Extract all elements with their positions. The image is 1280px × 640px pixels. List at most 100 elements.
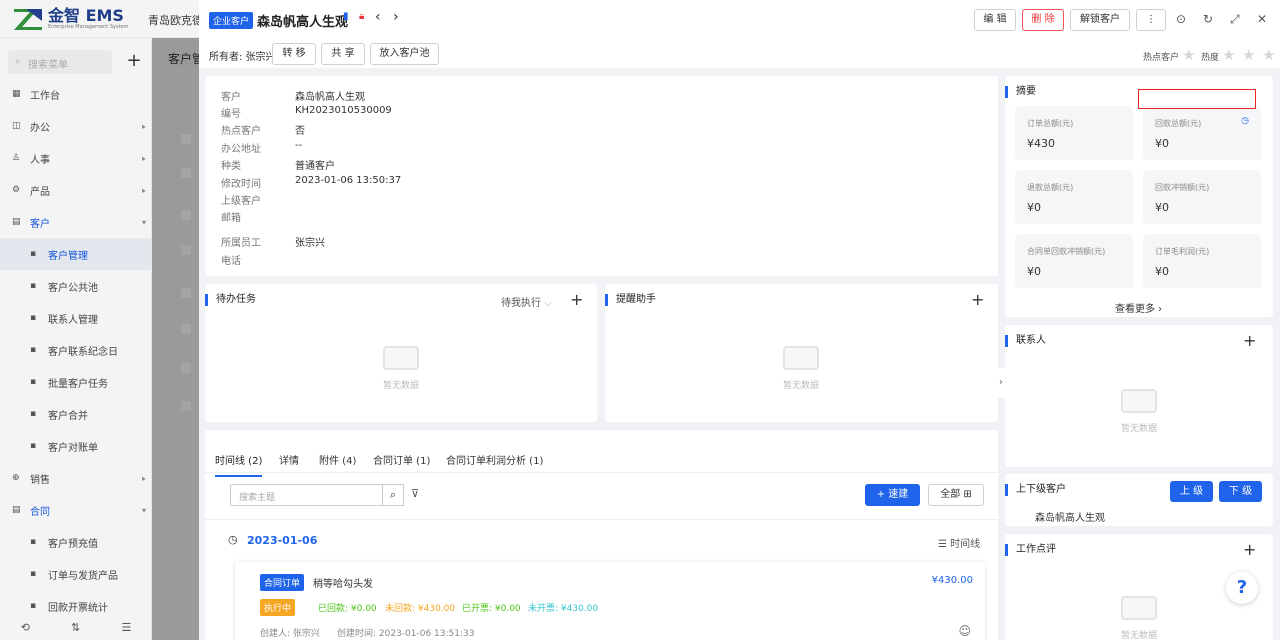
lock-icon[interactable]: 🔒︎	[359, 11, 364, 22]
sidebar-item[interactable]: ▪ 客户合并	[0, 398, 151, 430]
add-todo-button[interactable]: +	[570, 290, 583, 309]
timeline-entry[interactable]: 合同订单 稍等哈勾头发 ¥430.00 执行中 已回款: ¥0.00 未回款: …	[235, 562, 985, 640]
todo-filter-select[interactable]: 待我执行 ⌵	[501, 294, 552, 309]
heat-star-icon[interactable]: ★	[1222, 46, 1235, 64]
move-to-pool-button[interactable]: 放入客户池	[370, 43, 439, 65]
hierarchy-item[interactable]: 森岛帆高人生观	[1035, 509, 1105, 524]
sidebar-item-label: 产品	[30, 186, 50, 198]
heat-star-icon[interactable]: ★	[1262, 46, 1275, 64]
info-row: 上级客户	[221, 192, 295, 207]
nav-icon: ▪	[30, 569, 37, 579]
watch-icon[interactable]: ⊙	[1176, 12, 1186, 26]
search-icon: ⌕	[15, 56, 21, 67]
hierarchy-card: 上下级客户 上 级 下 级 森岛帆高人生观	[1005, 474, 1273, 526]
quick-create-button[interactable]: + 速建	[865, 484, 920, 506]
help-icon[interactable]: ?	[1226, 572, 1258, 604]
sidebar-item-label: 批量客户任务	[48, 378, 108, 390]
sidebar-item[interactable]: ▪ 客户预充值	[0, 526, 151, 558]
tab[interactable]: 附件 (4)	[319, 452, 356, 467]
search-button[interactable]: ⌕	[382, 484, 404, 506]
sidebar-item[interactable]: ▪ 客户公共池	[0, 270, 151, 302]
sidebar-item[interactable]: ▪ 客户管理	[0, 238, 151, 270]
add-reminder-button[interactable]: +	[971, 290, 984, 309]
sidebar-item[interactable]: ▪ 批量客户任务	[0, 366, 151, 398]
summary-label: 订单毛利润(元)	[1155, 247, 1210, 256]
add-menu-button[interactable]: +	[122, 50, 146, 74]
bg-checkbox	[180, 323, 192, 335]
customer-detail-drawer: 企业客户 森岛帆高人生观 ▮ 🔒︎ ‹ › 编 辑 删 除 解锁客户 ⋮ ⊙ ↻…	[199, 0, 1280, 640]
entry-title[interactable]: 稍等哈勾头发	[313, 575, 373, 590]
add-contact-button[interactable]: +	[1243, 331, 1256, 350]
emoji-icon[interactable]: ☺	[958, 624, 971, 638]
main-nav: ▦ 工作台 ◫ 办公 ▸ ♙ 人事 ▸ ⚙ 产品 ▸ ▤ 客户 ▾ ▪ 客户管理 ▪ 客户公共池 ▪ 联系人管理 ▪ 客户…	[0, 78, 151, 622]
uninvoiced-amount: 未开票: ¥430.00	[528, 604, 599, 614]
nav-icon: ▤	[12, 217, 21, 227]
sidebar-item-label: 客户联系纪念日	[48, 346, 118, 358]
transfer-button[interactable]: 转 移	[272, 43, 316, 65]
sidebar-item[interactable]: ▤ 合同 ▾	[0, 494, 151, 526]
tab[interactable]: 时间线 (2)	[215, 452, 263, 477]
sidebar-item[interactable]: ▪ 联系人管理	[0, 302, 151, 334]
view-more-link[interactable]: 查看更多 ›	[1115, 300, 1162, 315]
prev-record-button[interactable]: ‹	[375, 9, 381, 25]
sidebar-item[interactable]: ⚙ 产品 ▸	[0, 174, 151, 206]
sidebar-item[interactable]: ♙ 人事 ▸	[0, 142, 151, 174]
timeline-view-toggle[interactable]: ☰ 时间线	[938, 535, 980, 550]
info-value: KH2023010530009	[295, 105, 392, 116]
filter-icon[interactable]: ⊽	[411, 487, 419, 500]
timeline-date: 2023-01-06	[247, 534, 318, 547]
sidebar-item[interactable]: ▪ 客户对账单	[0, 430, 151, 462]
summary-value: ¥0	[1155, 201, 1169, 214]
reminder-card: 提醒助手 + 暂无数据	[605, 284, 998, 422]
info-row: 编号 KH2023010530009	[221, 105, 392, 120]
unlock-customer-button[interactable]: 解锁客户	[1070, 9, 1130, 31]
info-key: 编号	[221, 109, 241, 120]
sidebar-item[interactable]: ▪ 订单与发货产品	[0, 558, 151, 590]
sidebar-item[interactable]: ▤ 客户 ▾	[0, 206, 151, 238]
unpaid-amount: 未回款: ¥430.00	[385, 604, 456, 614]
edit-button[interactable]: 编 辑	[974, 9, 1016, 31]
collapse-menu-icon[interactable]: ☰	[121, 621, 131, 634]
info-value: 否	[295, 126, 305, 137]
tab[interactable]: 合同订单 (1)	[373, 452, 430, 467]
add-review-button[interactable]: +	[1243, 540, 1256, 559]
refresh-icon[interactable]: ↻	[1203, 12, 1213, 26]
summary-label: 合同单回款冲销额(元)	[1027, 247, 1106, 256]
summary-title: 摘要	[1005, 86, 1036, 98]
reminder-title: 提醒助手	[605, 294, 656, 306]
info-key: 修改时间	[221, 179, 261, 190]
all-filter-button[interactable]: 全部 ⊞	[928, 484, 984, 506]
sidebar-item[interactable]: ⊕ 销售 ▸	[0, 462, 151, 494]
child-customer-button[interactable]: 下 级	[1219, 481, 1262, 502]
sidebar-item[interactable]: ◫ 办公 ▸	[0, 110, 151, 142]
bg-checkbox	[180, 209, 192, 221]
share-button[interactable]: 共 享	[321, 43, 365, 65]
sidebar-item[interactable]: ▦ 工作台	[0, 78, 151, 110]
nav-icon: ▤	[12, 505, 21, 515]
nav-icon: ▪	[30, 313, 37, 323]
entry-status-badge: 执行中	[260, 599, 296, 616]
nav-icon: ▦	[12, 89, 21, 99]
sort-icon[interactable]: ⇅	[71, 621, 80, 634]
close-icon[interactable]: ✕	[1257, 12, 1267, 26]
parent-customer-button[interactable]: 上 级	[1170, 481, 1213, 502]
clock-icon[interactable]: ◷	[1241, 116, 1249, 126]
tab[interactable]: 详情	[279, 452, 299, 467]
hot-star-icon[interactable]: ★	[1182, 46, 1195, 64]
sidebar-item[interactable]: ▪ 客户联系纪念日	[0, 334, 151, 366]
tab[interactable]: 合同订单利润分析 (1)	[446, 452, 543, 467]
history-icon[interactable]: ⟲	[21, 621, 30, 634]
next-record-button[interactable]: ›	[393, 9, 399, 25]
nav-icon: ▪	[30, 345, 37, 355]
todo-empty: 暂无数据	[351, 346, 451, 391]
delete-button[interactable]: 删 除	[1022, 9, 1064, 31]
heat-star-icon[interactable]: ★	[1242, 46, 1255, 64]
timeline-search-input[interactable]: 搜索主题	[230, 484, 385, 506]
empty-box-icon	[1121, 596, 1157, 620]
fullscreen-icon[interactable]: ⤢	[1230, 12, 1240, 27]
bookmark-icon[interactable]: ▮	[343, 11, 349, 22]
info-value: 普通客户	[295, 161, 335, 172]
menu-search-input[interactable]: ⌕ 搜索菜单	[8, 50, 112, 74]
nav-icon: ◫	[12, 121, 21, 131]
more-button[interactable]: ⋮	[1136, 9, 1166, 31]
